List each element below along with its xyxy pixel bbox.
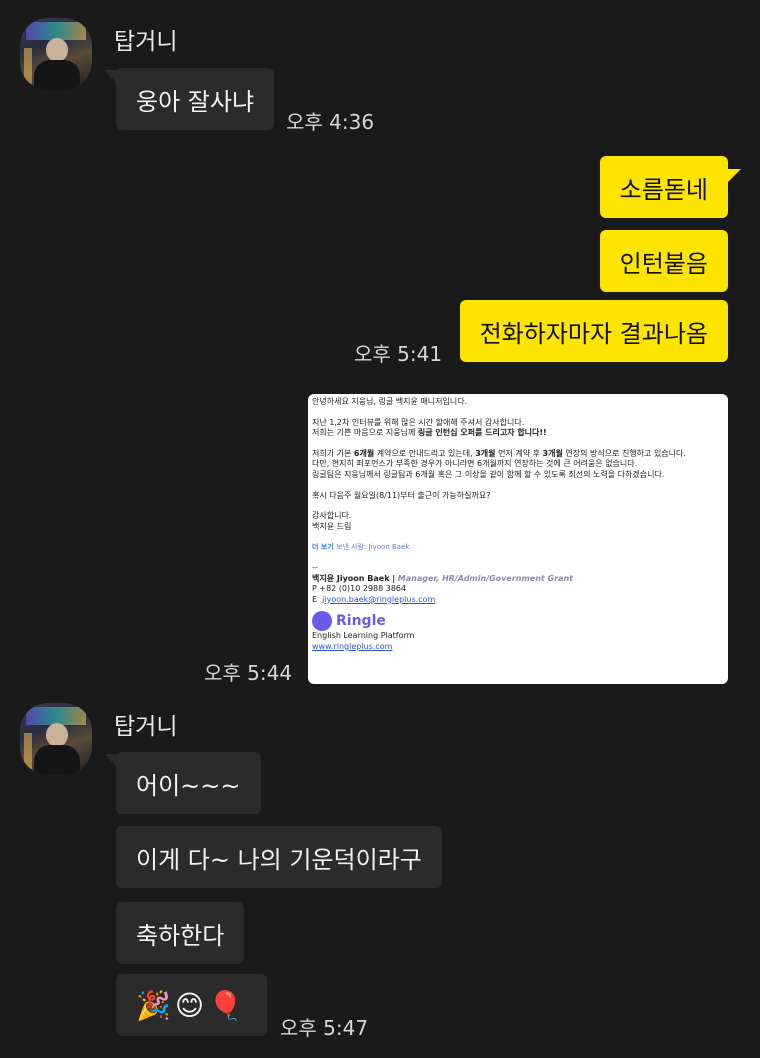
email-highlight: 6개월 xyxy=(353,448,375,458)
email-line: 지난 1,2차 인터뷰를 위해 많은 시간 할애해 주셔서 감사합니다. xyxy=(312,417,525,427)
sender-name: 탑거니 xyxy=(114,29,178,55)
more-sender: 보낸 사람: Jiyoon Baek xyxy=(336,543,410,552)
email-line: 연장의 방식으로 진행하고 있습니다. xyxy=(562,448,686,458)
email-highlight: 3개월 xyxy=(542,448,563,458)
email-highlight: 3개월 xyxy=(475,448,496,458)
avatar[interactable] xyxy=(20,18,92,90)
email-line: 백지윤 드림 xyxy=(312,521,352,531)
email-highlight: 링글 인턴십 오퍼를 드리고자 합니다!! xyxy=(417,428,547,438)
message-bubble[interactable]: 전화하자마자 결과나옴 xyxy=(459,300,728,362)
message-time: 오후 5:41 xyxy=(354,342,443,366)
email-line: 링글팀은 지웅님께서 링글팀과 6개월 혹은 그 이상을 같이 함께 할 수 있… xyxy=(312,469,665,479)
sig-dash: -- xyxy=(312,562,318,572)
email-line: 감사합니다. xyxy=(312,511,352,521)
message-bubble[interactable]: 소름돋네 xyxy=(599,156,728,218)
email-line: 저희는 기쁜 마음으로 지웅님께 xyxy=(312,428,418,438)
message-time: 오후 5:47 xyxy=(280,1016,369,1040)
email-line: 먼저 계약 후 xyxy=(495,448,543,458)
sig-email: jiyoon.baek@ringleplus.com xyxy=(322,594,436,604)
message-bubble[interactable]: 인턴붙음 xyxy=(599,230,728,292)
message-bubble[interactable]: 웅아 잘사냐 xyxy=(116,68,275,130)
emoji-text: 🎉😊🎈 xyxy=(136,988,247,1022)
sig-email-label: E xyxy=(312,594,318,604)
message-time: 오후 4:36 xyxy=(286,110,375,134)
message-text: 전화하자마자 결과나옴 xyxy=(479,319,708,348)
avatar[interactable] xyxy=(20,703,92,775)
message-text: 인턴붙음 xyxy=(619,249,708,278)
ringle-logo-icon xyxy=(312,611,332,632)
email-line: 안녕하세요 지웅님, 링글 백지윤 매니저입니다. xyxy=(312,397,468,406)
message-bubble[interactable]: 어이~~~ xyxy=(116,752,261,814)
message-bubble[interactable]: 이게 다~ 나의 기운덕이라구 xyxy=(116,826,442,888)
message-text: 웅아 잘사냐 xyxy=(136,87,255,116)
message-text: 이게 다~ 나의 기운덕이라구 xyxy=(136,845,422,874)
message-bubble[interactable]: 🎉😊🎈 xyxy=(116,974,267,1036)
sig-role: Manager, HR/Admin/Government Grant xyxy=(397,573,573,583)
email-line: 계약으로 안내드리고 있는데, xyxy=(374,448,476,458)
platform-text: English Learning Platform xyxy=(312,631,415,641)
sig-name: 백지윤 Jiyoon Baek | xyxy=(312,573,396,583)
sig-phone: P +82 (0)10 2988 3864 xyxy=(312,584,407,594)
message-text: 어이~~~ xyxy=(136,771,241,800)
email-line: 혹시 다음주 월요일(8/11)부터 출근이 가능하실까요? xyxy=(312,490,491,500)
message-bubble[interactable]: 축하한다 xyxy=(116,902,245,964)
email-line: 다만, 현지히 퍼포먼스가 부족한 경우가 아니라면 6개월까지 연장하는 것에… xyxy=(312,459,638,469)
more-link: 더 보기 xyxy=(312,543,334,552)
logo-text: Ringle xyxy=(336,613,386,630)
sender-name: 탑거니 xyxy=(114,714,178,740)
email-line: 저희가 기본 xyxy=(312,448,354,458)
website-link: www.ringleplus.com xyxy=(312,641,393,651)
message-text: 축하한다 xyxy=(136,921,225,950)
image-message[interactable]: 안녕하세요 지웅님, 링글 백지윤 매니저입니다. 지난 1,2차 인터뷰를 위… xyxy=(308,394,728,684)
message-text: 소름돋네 xyxy=(619,175,708,204)
message-time: 오후 5:44 xyxy=(204,661,293,685)
